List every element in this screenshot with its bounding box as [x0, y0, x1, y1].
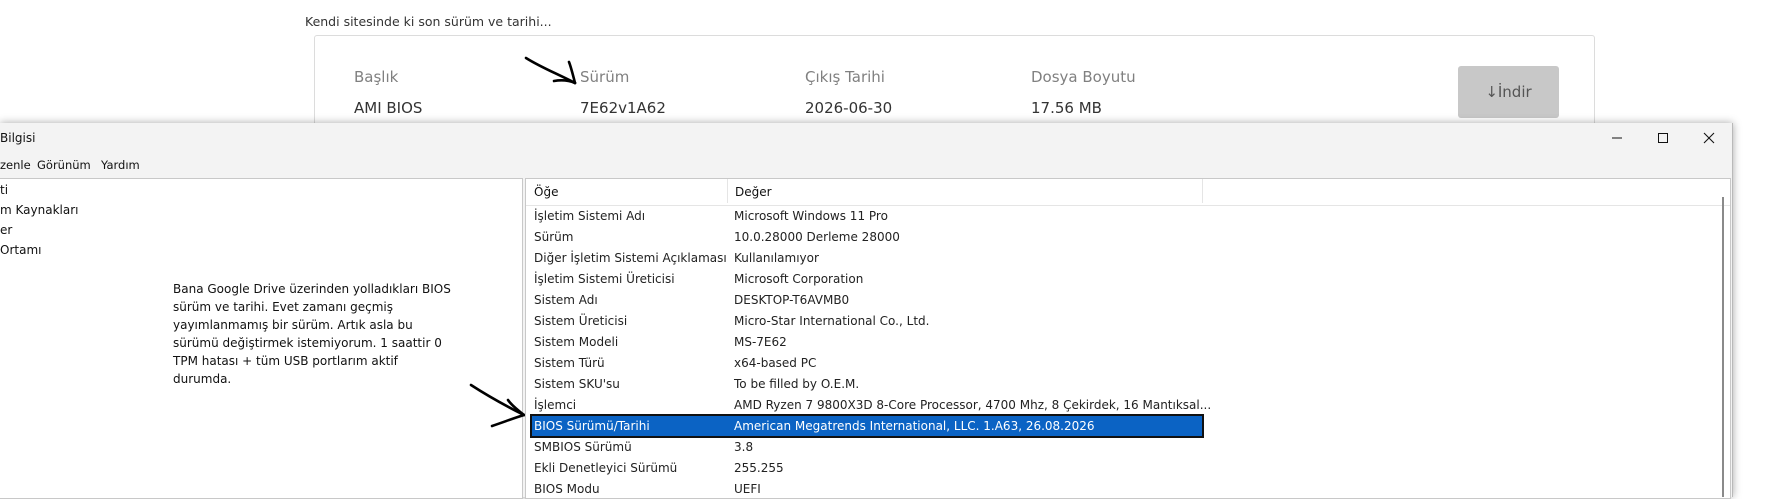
table-row[interactable]: İşlemci AMD Ryzen 7 9800X3D 8-Core Proces…: [532, 395, 1211, 415]
row-item: Sistem Üreticisi: [534, 314, 628, 328]
vertical-scrollbar[interactable]: [1722, 197, 1724, 497]
table-row[interactable]: Sistem Türü x64-based PC: [532, 353, 1202, 373]
download-button[interactable]: ↓İndir: [1458, 66, 1559, 118]
title-bar: Bilgisi: [0, 123, 1732, 153]
row-value: Microsoft Corporation: [734, 272, 864, 286]
web-caption: Kendi sitesinde ki son sürüm ve tarihi..…: [305, 14, 552, 29]
table-row[interactable]: Sistem Adı DESKTOP-T6AVMB0: [532, 290, 1202, 310]
card-value-file-size: 17.56 MB: [1031, 99, 1102, 117]
column-header-value[interactable]: Değer: [735, 185, 772, 199]
minimize-icon: [1612, 137, 1622, 139]
row-item: Diğer İşletim Sistemi Açıklaması: [534, 251, 727, 265]
row-item: Sistem SKU'su: [534, 377, 620, 391]
table-row[interactable]: İşletim Sistemi Adı Microsoft Windows 11 …: [532, 206, 1202, 226]
card-value-version: 7E62v1A62: [580, 99, 666, 117]
row-value: UEFI: [734, 482, 761, 496]
row-value: Kullanılamıyor: [734, 251, 819, 265]
row-value: AMD Ryzen 7 9800X3D 8-Core Processor, 47…: [734, 398, 1212, 412]
table-row[interactable]: Sistem Üreticisi Micro-Star International…: [532, 311, 1202, 331]
column-separator[interactable]: [727, 179, 728, 203]
table-row[interactable]: Sistem Modeli MS-7E62: [532, 332, 1202, 352]
column-header: Öğe Değer: [526, 179, 1730, 206]
row-value: 3.8: [734, 440, 754, 454]
table-row[interactable]: Sürüm 10.0.28000 Derleme 28000: [532, 227, 1202, 247]
tree-item-summary[interactable]: ti: [0, 183, 8, 197]
table-row[interactable]: BIOS Sürümü/Tarihi American Megatrends In…: [530, 414, 1204, 438]
row-value: MS-7E62: [734, 335, 787, 349]
row-value: DESKTOP-T6AVMB0: [734, 293, 850, 307]
row-value: 255.255: [734, 461, 784, 475]
card-value-title: AMI BIOS: [354, 99, 423, 117]
system-information-window: Bilgisi zenle Görünüm Yardım ti m Kaynak…: [0, 123, 1733, 499]
card-header-release-date: Çıkış Tarihi: [805, 68, 885, 86]
card-value-release-date: 2026-06-30: [805, 99, 893, 117]
table-row[interactable]: SMBIOS Sürümü 3.8: [532, 437, 1202, 457]
row-item: Sistem Adı: [534, 293, 598, 307]
arrow-annotation-icon: [524, 56, 577, 85]
menu-view[interactable]: Görünüm: [37, 158, 91, 172]
column-header-item[interactable]: Öğe: [534, 185, 558, 199]
close-button[interactable]: [1686, 123, 1732, 153]
row-item: Sistem Modeli: [534, 335, 619, 349]
card-header-file-size: Dosya Boyutu: [1031, 68, 1136, 86]
table-row[interactable]: BIOS Modu UEFI: [532, 479, 1202, 499]
row-value: 10.0.28000 Derleme 28000: [734, 230, 900, 244]
row-item: Sistem Türü: [534, 356, 605, 370]
tree-item-resources[interactable]: m Kaynakları: [0, 203, 78, 217]
row-value: Micro-Star International Co., Ltd.: [734, 314, 930, 328]
table-row[interactable]: Diğer İşletim Sistemi Açıklaması Kullanıl…: [532, 248, 1202, 268]
row-item: İşletim Sistemi Üreticisi: [534, 272, 675, 286]
row-value: American Megatrends International, LLC. …: [734, 419, 1095, 433]
tree-item-components[interactable]: er: [0, 223, 12, 237]
row-item: BIOS Modu: [534, 482, 600, 496]
arrow-annotation-icon: [469, 383, 526, 428]
annotation-note: Bana Google Drive üzerinden yolladıkları…: [173, 282, 451, 386]
card-header-version: Sürüm: [580, 68, 630, 86]
table-row[interactable]: İşletim Sistemi Üreticisi Microsoft Corpo…: [532, 269, 1202, 289]
details-list: Öğe Değer İşletim Sistemi Adı Microsoft W…: [525, 178, 1731, 499]
minimize-button[interactable]: [1594, 123, 1640, 153]
card-header-title: Başlık: [354, 68, 399, 86]
category-tree: ti m Kaynakları er Ortamı Bana Google Dr…: [0, 178, 523, 499]
table-row[interactable]: Ekli Denetleyici Sürümü 255.255: [532, 458, 1202, 478]
maximize-button[interactable]: [1640, 123, 1686, 153]
menu-help[interactable]: Yardım: [101, 158, 140, 172]
close-icon: [1703, 132, 1715, 144]
row-value: x64-based PC: [734, 356, 817, 370]
row-value: Microsoft Windows 11 Pro: [734, 209, 888, 223]
download-card: Başlık Sürüm Çıkış Tarihi Dosya Boyutu A…: [314, 35, 1595, 127]
row-item: SMBIOS Sürümü: [534, 440, 632, 454]
window-title: Bilgisi: [0, 131, 36, 145]
row-value: To be filled by O.E.M.: [734, 377, 860, 391]
row-item: Sürüm: [534, 230, 574, 244]
menu-edit[interactable]: zenle: [0, 158, 31, 172]
table-row[interactable]: Sistem SKU'su To be filled by O.E.M.: [532, 374, 1202, 394]
row-item: Ekli Denetleyici Sürümü: [534, 461, 678, 475]
tree-item-environment[interactable]: Ortamı: [0, 243, 41, 257]
row-item: İşlemci: [534, 398, 577, 412]
maximize-icon: [1658, 133, 1668, 143]
column-separator[interactable]: [1202, 179, 1203, 203]
row-item: İşletim Sistemi Adı: [534, 209, 646, 223]
row-item: BIOS Sürümü/Tarihi: [534, 419, 650, 433]
